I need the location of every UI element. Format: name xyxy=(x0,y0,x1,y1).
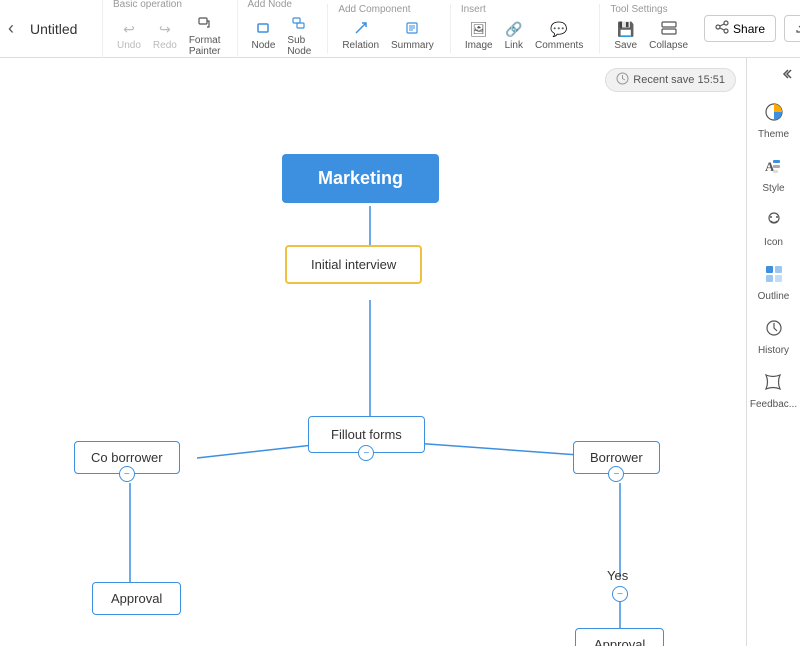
borrower-collapse[interactable]: − xyxy=(608,466,624,482)
collapse-icon xyxy=(661,21,677,38)
format-painter-icon xyxy=(198,16,212,33)
node-approval-right[interactable]: Approval xyxy=(575,628,664,646)
insert-section: Insert 🖼 Image 🔗 Link 💬 Comments xyxy=(450,4,588,53)
node-button[interactable]: Node xyxy=(248,19,280,53)
panel-theme[interactable]: Theme xyxy=(758,102,789,140)
feedback-icon xyxy=(763,372,783,397)
yes-collapse[interactable]: − xyxy=(612,586,628,602)
node-co-borrower[interactable]: Co borrower − xyxy=(74,441,180,474)
comments-button[interactable]: 💬 Comments xyxy=(531,19,587,53)
node-fillout-forms[interactable]: Fillout forms − xyxy=(308,416,425,453)
add-component-label: Add Component xyxy=(338,4,410,15)
main-area: Recent save 15:51 Marketing Initial inte… xyxy=(0,58,800,646)
style-icon: A xyxy=(763,156,783,181)
panel-history[interactable]: History xyxy=(758,318,789,356)
export-button[interactable]: Export xyxy=(784,15,800,42)
summary-button[interactable]: Summary xyxy=(387,19,438,53)
export-icon xyxy=(795,20,800,37)
canvas[interactable]: Recent save 15:51 Marketing Initial inte… xyxy=(0,58,746,646)
basic-operation-section: Basic operation ↩ Undo ↪ Redo Format Pai… xyxy=(102,0,225,59)
panel-icon[interactable]: Icon xyxy=(764,210,784,248)
add-node-section: Add Node Node Sub Node xyxy=(237,0,316,59)
save-badge: Recent save 15:51 xyxy=(605,68,736,92)
fillout-forms-collapse[interactable]: − xyxy=(358,445,374,461)
mindmap-svg xyxy=(0,58,740,638)
save-badge-icon xyxy=(616,72,629,88)
outline-icon xyxy=(764,264,784,289)
image-button[interactable]: 🖼 Image xyxy=(461,19,497,53)
icon-panel-icon xyxy=(764,210,784,235)
relation-icon xyxy=(354,21,368,38)
history-icon xyxy=(764,318,784,343)
summary-icon xyxy=(405,21,419,38)
save-icon: 💾 xyxy=(617,21,634,38)
yes-label: Yes xyxy=(607,568,628,583)
theme-icon xyxy=(764,102,784,127)
panel-feedback[interactable]: Feedbac... xyxy=(750,372,797,410)
document-title[interactable]: Untitled xyxy=(30,21,90,37)
toolbar-right: Share Export xyxy=(704,15,800,42)
co-borrower-collapse[interactable]: − xyxy=(119,466,135,482)
undo-button[interactable]: ↩ Undo xyxy=(113,19,145,53)
collapse-button[interactable]: Collapse xyxy=(645,19,692,53)
redo-button[interactable]: ↪ Redo xyxy=(149,19,181,53)
back-button[interactable]: ‹ xyxy=(8,18,14,39)
node-icon xyxy=(256,21,270,38)
relation-button[interactable]: Relation xyxy=(338,19,383,53)
format-painter-button[interactable]: Format Painter xyxy=(185,14,225,59)
add-node-label: Add Node xyxy=(248,0,292,10)
node-approval-left[interactable]: Approval xyxy=(92,582,181,615)
undo-icon: ↩ xyxy=(123,21,135,38)
comments-icon: 💬 xyxy=(550,21,567,38)
basic-operation-label: Basic operation xyxy=(113,0,182,10)
tool-settings-label: Tool Settings xyxy=(610,4,667,15)
link-button[interactable]: 🔗 Link xyxy=(501,19,527,53)
node-marketing[interactable]: Marketing xyxy=(282,154,439,203)
panel-style[interactable]: A Style xyxy=(762,156,784,194)
toolbar: ‹ Untitled Basic operation ↩ Undo ↪ Redo… xyxy=(0,0,800,58)
insert-label: Insert xyxy=(461,4,486,15)
share-button[interactable]: Share xyxy=(704,15,776,42)
right-panel: Theme A Style Icon Outline History xyxy=(746,58,800,646)
panel-collapse-button[interactable] xyxy=(747,66,800,82)
redo-icon: ↪ xyxy=(159,21,171,38)
panel-outline[interactable]: Outline xyxy=(758,264,790,302)
share-icon xyxy=(715,20,729,37)
add-component-section: Add Component Relation Summary xyxy=(327,4,438,53)
sub-node-button[interactable]: Sub Node xyxy=(283,14,315,59)
node-initial-interview[interactable]: Initial interview xyxy=(285,245,422,284)
image-icon: 🖼 xyxy=(470,21,488,38)
sub-node-icon xyxy=(292,16,306,33)
tool-settings-section: Tool Settings 💾 Save Collapse xyxy=(599,4,692,53)
save-badge-text: Recent save 15:51 xyxy=(633,74,725,86)
node-borrower[interactable]: Borrower − xyxy=(573,441,660,474)
link-icon: 🔗 xyxy=(505,21,522,38)
save-button[interactable]: 💾 Save xyxy=(610,19,641,53)
